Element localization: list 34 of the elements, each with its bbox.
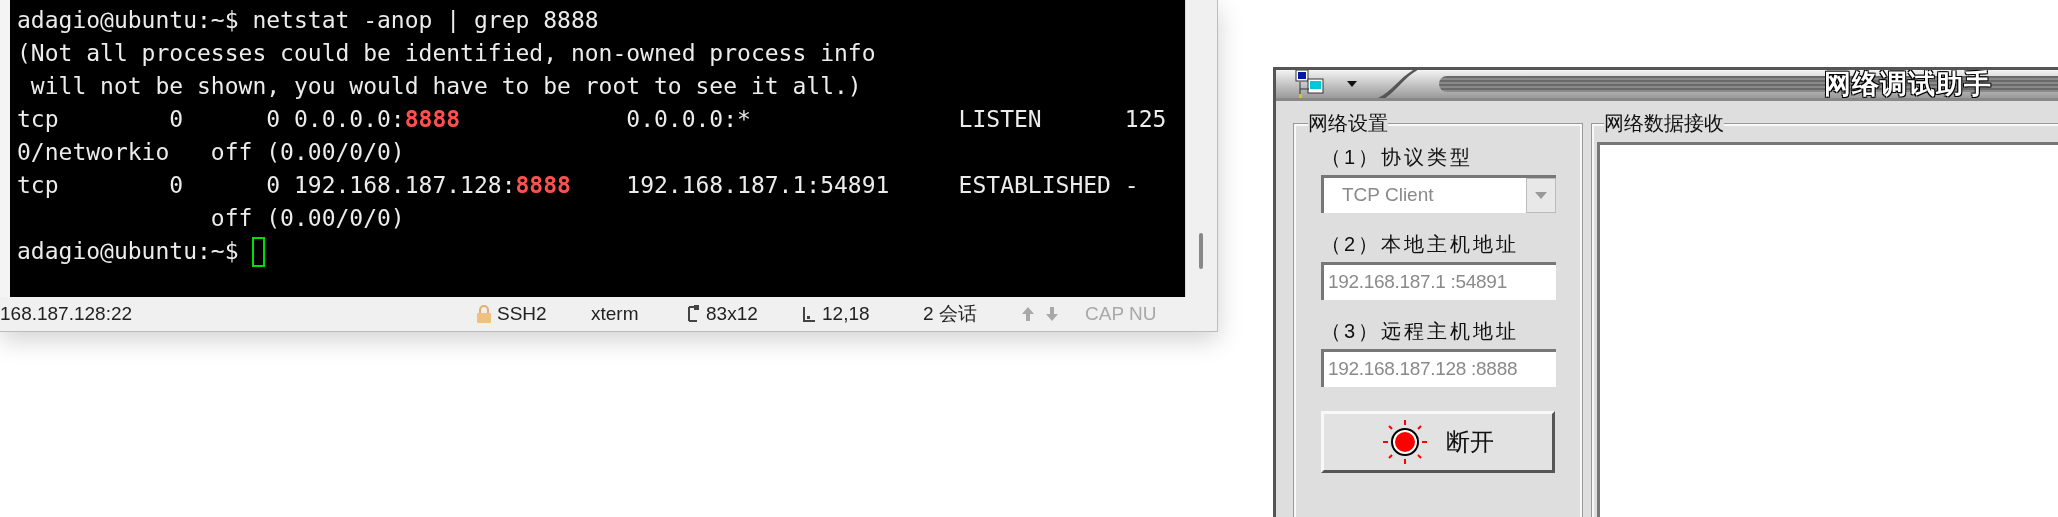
terminal-text: 192.168.187.1:54891 ESTABLISHED -: [625, 171, 1139, 201]
network-computers-icon[interactable]: [1295, 70, 1325, 98]
caret-icon[interactable]: [1347, 81, 1357, 87]
terminal-text: off (0.00/0/0): [209, 204, 405, 234]
terminal-text: (Not all processes could be identified, non-owned process info: [17, 39, 876, 69]
lock-icon: [476, 305, 492, 323]
highlighted-text: 8888: [404, 105, 461, 135]
resize-icon: [686, 305, 700, 323]
status-text: CAP NU: [1085, 301, 1157, 326]
status-text: 83x12: [706, 301, 758, 326]
group-label: 网络设置: [1308, 110, 1388, 136]
scrollbar-thumb[interactable]: [1198, 233, 1203, 269]
terminal-text: adagio@ubuntu:~$: [17, 237, 240, 267]
highlighted-text: 8888: [515, 171, 571, 201]
status-text: 168.187.128:22: [0, 301, 133, 326]
disconnect-button[interactable]: 断开: [1321, 411, 1555, 473]
terminal-text: 0/networkio off (0.00/0/0): [17, 138, 405, 168]
cursor-position-icon: [802, 305, 816, 323]
status-text: 12,18: [822, 301, 870, 326]
window-title: 网络调试助手: [1824, 70, 1992, 98]
scrollbar[interactable]: [1185, 0, 1215, 297]
field-label: （2）本地主机地址: [1321, 232, 1521, 257]
status-text: SSH2: [497, 301, 547, 326]
terminal-text: adagio@ubuntu:~$ netstat -anop | grep 8888: [17, 6, 599, 36]
field-label: （3）远程主机地址: [1321, 319, 1521, 344]
group-label: 网络数据接收: [1604, 110, 1724, 136]
terminal-text: will not be shown, you would have to be root to see it all.): [29, 72, 862, 102]
status-text: xterm: [591, 301, 639, 326]
status-text: 2 会话: [923, 301, 977, 326]
status-light-icon: [1382, 419, 1428, 465]
field-label: （1）协议类型: [1321, 145, 1475, 170]
terminal-text: tcp 0 0 192.168.187.128:: [17, 171, 516, 201]
terminal-text: tcp 0 0 0.0.0.0:: [17, 105, 405, 135]
terminal-text: 0.0.0.0:* LISTEN 125: [625, 105, 1167, 135]
